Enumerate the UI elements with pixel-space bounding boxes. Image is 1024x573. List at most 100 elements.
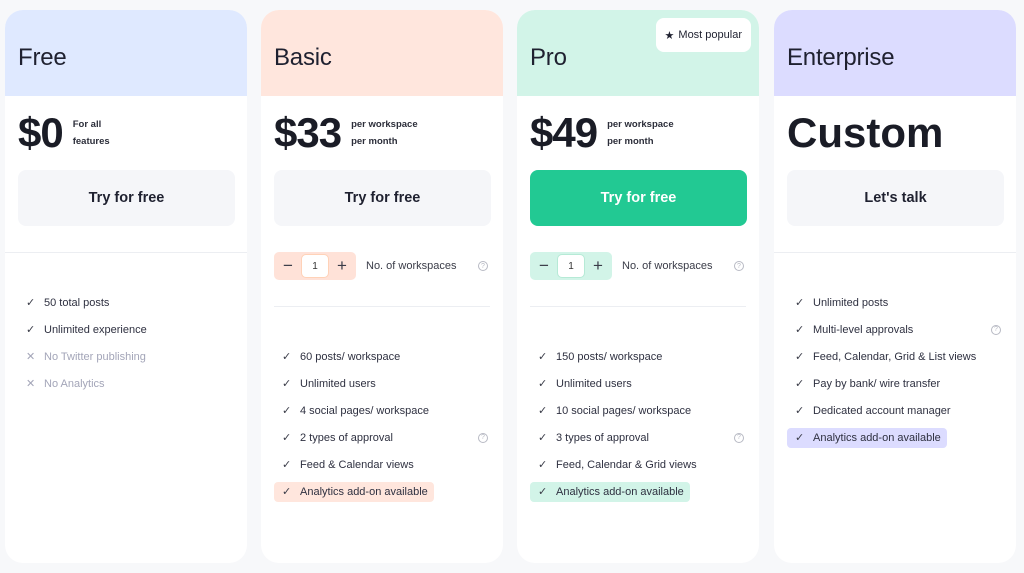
check-icon: ✓ (795, 432, 805, 444)
help-icon[interactable]: ? (734, 261, 744, 271)
feature-list: ✓ 50 total posts ✓ Unlimited experience ✕ N… (18, 289, 234, 397)
lets-talk-button[interactable]: Let's talk (787, 170, 1004, 226)
plan-name: Basic (274, 44, 332, 71)
feature-item: ✓ Pay by bank/ wire transfer (787, 370, 1003, 397)
plan-header: Pro ★ Most popular (517, 10, 759, 96)
feature-text: Unlimited users (556, 377, 632, 390)
increment-button[interactable]: + (588, 253, 608, 279)
help-icon[interactable]: ? (478, 261, 488, 271)
workspace-count-row: − 1 + No. of workspaces ? (530, 252, 746, 280)
check-icon: ✓ (538, 378, 548, 390)
try-for-free-button[interactable]: Try for free (274, 170, 491, 226)
feature-text: Unlimited posts (813, 296, 889, 309)
decrement-button[interactable]: − (534, 253, 554, 279)
plan-name: Free (18, 44, 67, 71)
try-for-free-button[interactable]: Try for free (18, 170, 235, 226)
feature-text: 50 total posts (44, 296, 110, 309)
feature-item: ✓ Feed, Calendar & Grid views (530, 451, 746, 478)
check-icon: ✓ (538, 486, 548, 498)
check-icon: ✓ (282, 432, 292, 444)
workspace-count-input[interactable]: 1 (557, 254, 585, 278)
star-icon: ★ (664, 29, 675, 42)
price-note: For all features (73, 116, 110, 150)
feature-text: Unlimited experience (44, 323, 147, 336)
price-row: Custom (787, 112, 943, 154)
price-note-line: features (72, 136, 110, 147)
feature-text: Multi-level approvals (813, 323, 914, 336)
check-icon: ✓ (538, 459, 548, 471)
feature-list: ✓ 60 posts/ workspace ✓ Unlimited users ✓ 4… (274, 343, 490, 505)
feature-item: ✓ Feed, Calendar, Grid & List views (787, 343, 1003, 370)
feature-item-excluded: ✕ No Twitter publishing (18, 343, 234, 370)
feature-item: ✓ 3 types of approval? (530, 424, 746, 451)
decrement-button[interactable]: − (278, 253, 298, 279)
feature-item: ✓ 60 posts/ workspace (274, 343, 490, 370)
check-icon: ✓ (26, 324, 36, 336)
check-icon: ✓ (795, 378, 805, 390)
badge-label: Most popular (678, 29, 742, 41)
price-row: $33 per workspace per month (274, 112, 418, 154)
feature-item-highlighted: ✓ Analytics add-on available (787, 424, 1003, 451)
highlight-pill: ✓ Analytics add-on available (787, 427, 947, 448)
workspace-count-row: − 1 + No. of workspaces ? (274, 252, 490, 280)
check-icon: ✓ (282, 459, 292, 471)
plan-card-basic: Basic $33 per workspace per month Try fo… (261, 10, 503, 563)
divider (774, 252, 1016, 253)
check-icon: ✓ (538, 351, 548, 363)
workspace-stepper[interactable]: − 1 + (274, 252, 356, 280)
feature-item: ✓ 150 posts/ workspace (530, 343, 746, 370)
feature-item: ✓ 10 social pages/ workspace (530, 397, 746, 424)
check-icon: ✓ (795, 297, 805, 309)
feature-text: Dedicated account manager (813, 404, 951, 417)
check-icon: ✓ (538, 432, 548, 444)
feature-item: ✓ Unlimited users (530, 370, 746, 397)
price-row: $0 For all features (18, 112, 110, 154)
plan-card-free: Free $0 For all features Try for free ✓ 5… (5, 10, 247, 563)
check-icon: ✓ (26, 297, 36, 309)
price-note-line: per workspace (351, 119, 418, 130)
divider (5, 252, 247, 253)
check-icon: ✓ (795, 324, 805, 336)
price: $0 (18, 109, 64, 156)
plan-header: Basic (261, 10, 503, 96)
feature-text: Feed, Calendar, Grid & List views (813, 350, 977, 363)
help-icon[interactable]: ? (991, 324, 1001, 335)
feature-text: Unlimited users (300, 377, 376, 390)
feature-text: 4 social pages/ workspace (300, 404, 430, 417)
feature-item: ✓ Unlimited users (274, 370, 490, 397)
help-icon[interactable]: ? (734, 432, 744, 443)
feature-text: Pay by bank/ wire transfer (813, 377, 941, 390)
workspace-stepper[interactable]: − 1 + (530, 252, 612, 280)
feature-text: 10 social pages/ workspace (556, 404, 692, 417)
plan-name: Enterprise (787, 44, 895, 71)
feature-text: Analytics add-on available (556, 485, 684, 498)
try-for-free-button[interactable]: Try for free (530, 170, 747, 226)
divider (274, 306, 490, 307)
help-icon[interactable]: ? (478, 432, 488, 443)
feature-item: ✓ Feed & Calendar views (274, 451, 490, 478)
price: $49 (530, 109, 598, 156)
feature-text: Feed & Calendar views (300, 458, 414, 471)
feature-text: Feed, Calendar & Grid views (556, 458, 697, 471)
plan-header: Free (5, 10, 247, 96)
feature-text: No Twitter publishing (44, 350, 146, 363)
feature-item: ✓ 2 types of approval? (274, 424, 490, 451)
price-note-line: per month (607, 136, 654, 147)
check-icon: ✓ (282, 405, 292, 417)
check-icon: ✓ (282, 351, 292, 363)
most-popular-badge: ★ Most popular (655, 18, 751, 52)
workspace-count-label: No. of workspaces (622, 260, 713, 272)
plan-name: Pro (530, 44, 567, 71)
increment-button[interactable]: + (332, 253, 352, 279)
check-icon: ✓ (282, 486, 292, 498)
price-note: per workspace per month (351, 116, 418, 150)
feature-item: ✓ Dedicated account manager (787, 397, 1003, 424)
feature-item: ✓ Unlimited experience (18, 316, 234, 343)
workspace-count-input[interactable]: 1 (301, 254, 329, 278)
plan-card-pro: Pro ★ Most popular $49 per workspace per… (517, 10, 759, 563)
feature-text: 3 types of approval (556, 431, 649, 444)
price: Custom (787, 109, 944, 156)
check-icon: ✓ (795, 351, 805, 363)
highlight-pill: ✓ Analytics add-on available (274, 481, 434, 502)
highlight-pill: ✓ Analytics add-on available (530, 481, 690, 502)
